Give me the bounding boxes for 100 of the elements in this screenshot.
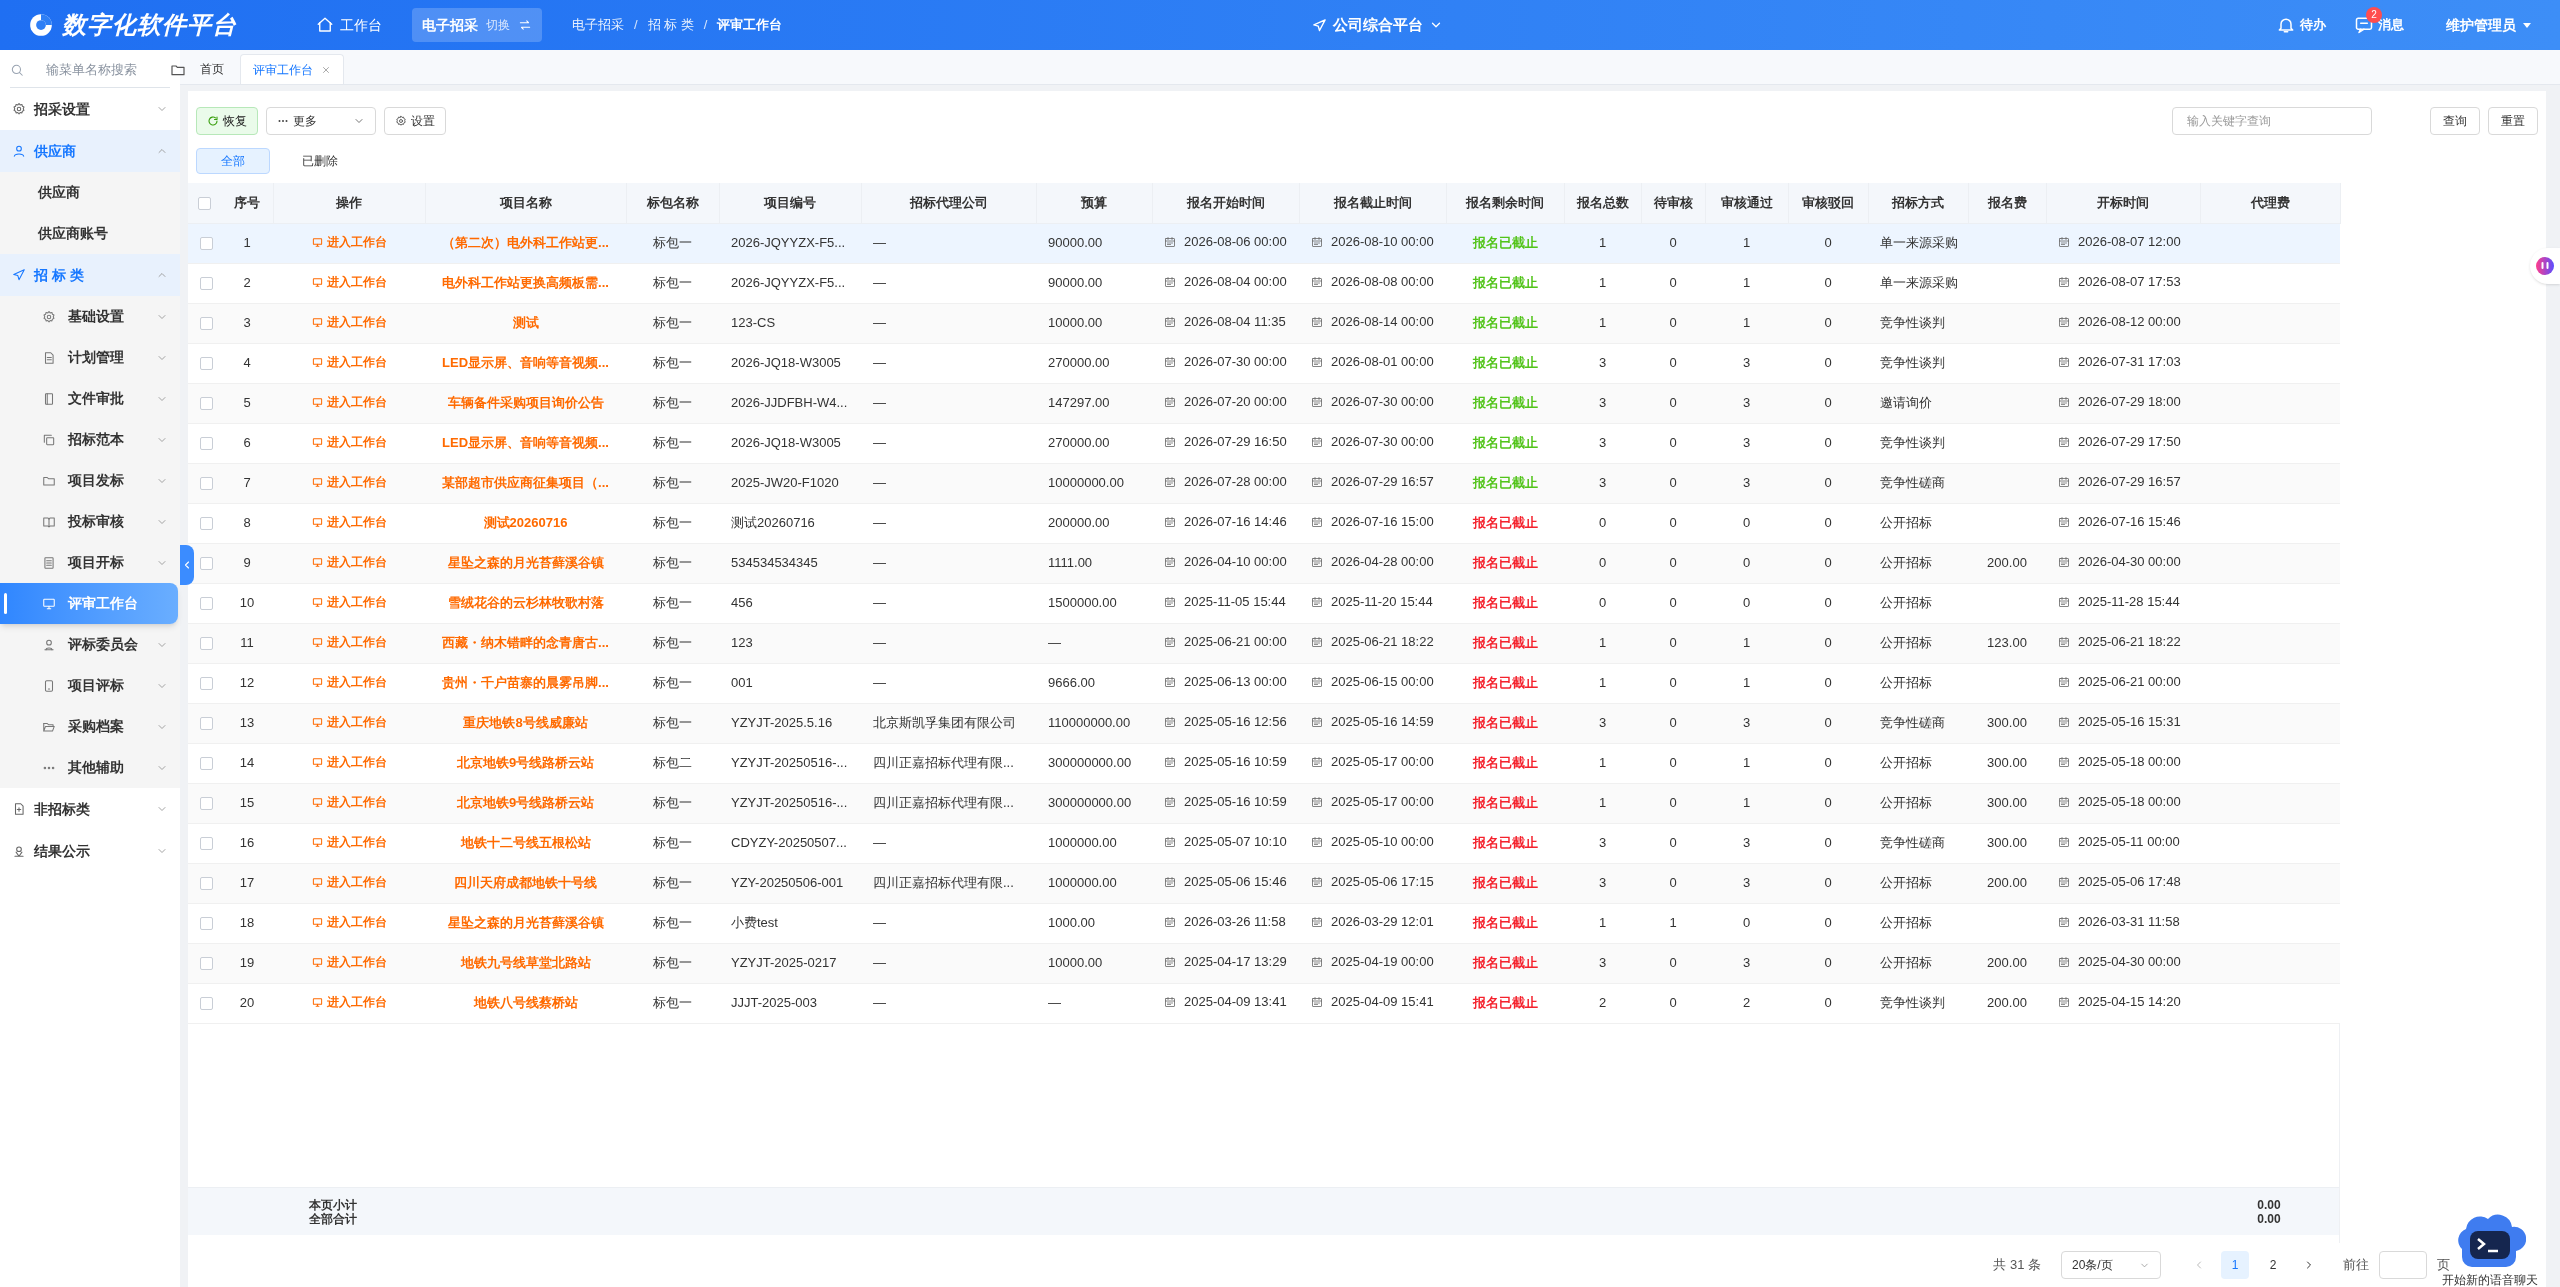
table-row[interactable]: 10 进入工作台 雪绒花谷的云杉林牧歌村落 标包一 456 — 1500000.00 2025-11-05 15:44 2025-11-20 15:44 报名已截止 0 0 0 0 公开招标 2025-11-28 15:44 [188, 583, 2340, 623]
row-checkbox[interactable] [200, 437, 213, 451]
column-header[interactable]: 标包名称 [646, 195, 699, 210]
column-header[interactable]: 项目名称 [499, 195, 552, 210]
column-header[interactable]: 预算 [1081, 195, 1107, 210]
sidebar-item[interactable]: 计划管理 [0, 337, 180, 378]
sidebar-group[interactable]: 招 标 类 [0, 254, 180, 296]
row-checkbox[interactable] [200, 877, 213, 891]
sidebar-group[interactable]: 供应商 [0, 130, 180, 172]
column-header[interactable]: 开标时间 [2097, 195, 2149, 210]
table-cell: 1 [1742, 795, 1751, 811]
table-row[interactable]: 16 进入工作台 地铁十二号线五根松站 标包一 CDYZY-20250507... — 1000000.00 2025-05-07 10:10 2025-05-10 00:00 报名已截止 3 0 3 0 竞争性磋商 300.00 2025-05-11 00:00 [188, 823, 2340, 863]
column-header[interactable]: 项目编号 [764, 195, 816, 210]
sidebar-group[interactable]: 招采设置 [0, 88, 180, 130]
row-checkbox[interactable] [200, 397, 213, 411]
sidebar-item[interactable]: 文件审批 [0, 378, 180, 419]
column-header[interactable]: 审核驳回 [1802, 195, 1854, 210]
table-row[interactable]: 3 进入工作台 测试 标包一 123-CS — 10000.00 2026-08-04 11:35 2026-08-14 00:00 报名已截止 1 0 1 0 竞争性谈判 2026-08-12 00:00 [188, 303, 2340, 343]
column-header[interactable]: 报名开始时间 [1186, 195, 1265, 210]
select-all-checkbox[interactable] [198, 197, 211, 211]
page-button[interactable]: 2 [2259, 1251, 2287, 1279]
row-checkbox[interactable] [200, 637, 213, 651]
breadcrumb-item[interactable]: 招 标 类 [647, 15, 694, 35]
table-row[interactable]: 9 进入工作台 星坠之森的月光苔藓溪谷镇 标包一 534534534345 — 1111.00 2026-04-10 00:00 2026-04-28 00:00 报名已截止 0 0 0 0 公开招标 200.00 2026-04-30 00:00 [188, 543, 2340, 583]
row-checkbox[interactable] [200, 237, 213, 251]
workbench-link[interactable]: 工作台 [316, 14, 382, 36]
row-checkbox[interactable] [200, 557, 213, 571]
column-header[interactable]: 审核通过 [1720, 195, 1773, 210]
row-checkbox[interactable] [200, 277, 213, 291]
filter-tab[interactable]: 全部 [196, 148, 270, 174]
platform-selector[interactable]: 公司综合平台 [1312, 13, 1444, 37]
row-checkbox[interactable] [200, 597, 213, 611]
table-cell: 123.00 [1987, 635, 2027, 651]
column-header[interactable]: 操作 [336, 195, 362, 210]
restore-button[interactable]: 恢复 [196, 107, 258, 135]
page-size-select[interactable]: 20条/页 [2061, 1251, 2161, 1279]
more-button[interactable]: 更多 [266, 107, 376, 135]
row-checkbox[interactable] [200, 677, 213, 691]
row-checkbox[interactable] [200, 517, 213, 531]
sidebar-item[interactable]: 供应商 [0, 172, 180, 213]
sidebar-group[interactable]: 非招标类 [0, 788, 180, 830]
table-row[interactable]: 7 进入工作台 某部超市供应商征集项目（... 标包一 2025-JW20-F1020 — 10000000.00 2026-07-28 00:00 2026-07-29 16:57 报名已截止 3 0 3 0 竞争性磋商 2026-07-29 16:57 [188, 463, 2340, 503]
column-header[interactable]: 待审核 [1653, 195, 1693, 210]
column-header[interactable]: 招标代理公司 [909, 195, 988, 210]
row-checkbox[interactable] [200, 357, 213, 371]
sidebar-item[interactable]: 项目开标 [0, 542, 180, 583]
column-header[interactable]: 报名截止时间 [1333, 195, 1412, 210]
settings-button[interactable]: 设置 [384, 107, 446, 135]
table-row[interactable]: 8 进入工作台 测试20260716 标包一 测试20260716 — 200000.00 2026-07-16 14:46 2026-07-16 15:00 报名已截止 0 0 0 0 公开招标 2026-07-16 15:46 [188, 503, 2340, 543]
column-header[interactable]: 招标方式 [1892, 195, 1944, 210]
row-checkbox[interactable] [200, 997, 213, 1011]
query-button[interactable]: 查询 [2430, 107, 2480, 135]
row-checkbox[interactable] [200, 797, 213, 811]
sidebar-item[interactable]: 供应商账号 [0, 213, 180, 254]
sidebar-item[interactable]: 采购档案 [0, 706, 180, 747]
row-checkbox[interactable] [200, 317, 213, 331]
goto-page-field[interactable] [2379, 1251, 2427, 1279]
table-row[interactable]: 13 进入工作台 重庆地铁8号线威廉站 标包一 YZYJT-2025.5.16 北京斯凯孚集团有限公司 110000000.00 2025-05-16 12:56 2025-05-16 14:59 报名已截止 3 0 3 0 竞争性磋商 300.00 2025-05-16 15:31 [188, 703, 2340, 743]
table-row[interactable]: 5 进入工作台 车辆备件采购项目询价公告 标包一 2026-JJDFBH-W4... — 147297.00 2026-07-20 00:00 2026-07-30 00:00 报名已截止 3 0 3 0 邀请询价 2026-07-29 18:00 [188, 383, 2340, 423]
table-row[interactable]: 6 进入工作台 LED显示屏、音响等音视频... 标包一 2026-JQ18-W3005 — 270000.00 2026-07-29 16:50 2026-07-30 00:00 报名已截止 3 0 3 0 竞争性谈判 2026-07-29 17:50 [188, 423, 2340, 463]
table-row[interactable]: 15 进入工作台 北京地铁9号线路桥云站 标包一 YZYJT-20250516-... 四川正嘉招标代理有限... 300000000.00 2025-05-16 10:59 2025-05-17 00:00 报名已截止 1 0 1 0 公开招标 300.00 2025-05-18 00:00 [188, 783, 2340, 823]
sidebar-item[interactable]: 投标审核 [0, 501, 180, 542]
row-checkbox[interactable] [200, 917, 213, 931]
table-row[interactable]: 12 进入工作台 贵州・千户苗寨的晨雾吊脚... 标包一 001 — 9666.00 2025-06-13 00:00 2025-06-15 00:00 报名已截止 1 0 1 0 公开招标 2025-06-21 00:00 [188, 663, 2340, 703]
reset-button[interactable]: 重置 [2488, 107, 2538, 135]
breadcrumb-item[interactable]: 电子招采 [572, 15, 624, 35]
filter-tab[interactable]: 已删除 [278, 148, 362, 174]
page-button[interactable]: 1 [2221, 1251, 2249, 1279]
sidebar-item[interactable]: 评标委员会 [0, 624, 180, 665]
sidebar-item[interactable]: 项目评标 [0, 665, 180, 706]
column-header[interactable]: 报名费 [1987, 195, 2027, 210]
sidebar-item[interactable]: 招标范本 [0, 419, 180, 460]
sidebar-group[interactable]: 结果公示 [0, 830, 180, 872]
table-row[interactable]: 11 进入工作台 西藏・纳木错畔的念青唐古... 标包一 123 — — 2025-06-21 00:00 2025-06-21 18:22 报名已截止 1 0 1 0 公开招标 123.00 2025-06-21 18:22 [188, 623, 2340, 663]
menu-search-field[interactable]: 输菜单名称搜索 [46, 59, 166, 80]
collapse-sidebar-handle[interactable] [180, 545, 194, 585]
table-row[interactable]: 19 进入工作台 地铁九号线草堂北路站 标包一 YZYJT-2025-0217 — 10000.00 2025-04-17 13:29 2025-04-19 00:00 报名已截止 3 0 3 0 公开招标 200.00 2025-04-30 00:00 [188, 943, 2340, 983]
table-row[interactable]: 18 进入工作台 星坠之森的月光苔藓溪谷镇 标包一 小费test — 1000.00 2026-03-26 11:58 2026-03-29 12:01 报名已截止 1 1 0 0 公开招标 2026-03-31 11:58 [188, 903, 2340, 943]
sidebar-item[interactable]: 其他辅助 [0, 747, 180, 788]
row-checkbox[interactable] [200, 717, 213, 731]
table-cell: 5 [243, 395, 251, 411]
table-row[interactable]: 2 进入工作台 电外科工作站更换高频板需... 标包一 2026-JQYYZX-F5... — 90000.00 2026-08-04 00:00 2026-08-08 00:00 报名已截止 1 0 1 0 单一来源采购 2026-08-07 17:53 [188, 263, 2340, 303]
row-checkbox[interactable] [200, 477, 213, 491]
table-row[interactable]: 4 进入工作台 LED显示屏、音响等音视频... 标包一 2026-JQ18-W3005 — 270000.00 2026-07-30 00:00 2026-08-01 00:00 报名已截止 3 0 3 0 竞争性谈判 2026-07-31 17:03 [188, 343, 2340, 383]
column-header[interactable]: 序号 [233, 195, 260, 210]
table-row[interactable]: 14 进入工作台 北京地铁9号线路桥云站 标包二 YZYJT-20250516-... 四川正嘉招标代理有限... 300000000.00 2025-05-16 10:59 2025-05-17 00:00 报名已截止 1 0 1 0 公开招标 300.00 2025-05-18 00:00 [188, 743, 2340, 783]
column-header[interactable]: 报名总数 [1576, 195, 1629, 210]
row-checkbox[interactable] [200, 957, 213, 971]
sidebar-item[interactable]: 项目发标 [0, 460, 180, 501]
row-checkbox[interactable] [200, 837, 213, 851]
row-checkbox[interactable] [200, 757, 213, 771]
keyword-search-field[interactable]: 输入关键字查询 [2172, 107, 2372, 135]
column-header[interactable]: 报名剩余时间 [1466, 195, 1544, 210]
column-header[interactable]: 代理费 [2250, 195, 2290, 210]
page-tab[interactable]: 评审工作台 [240, 54, 344, 84]
table-row[interactable]: 1 进入工作台 （第二次）电外科工作站更... 标包一 2026-JQYYZX-F5... — 90000.00 2026-08-06 00:00 2026-08-10 00:00 报名已截止 1 0 1 0 单一来源采购 2026-08-07 12:00 [188, 223, 2340, 263]
sidebar-item[interactable]: 基础设置 [0, 296, 180, 337]
page-tab[interactable]: 首页 [188, 54, 236, 84]
table-row[interactable]: 20 进入工作台 地铁八号线蔡桥站 标包一 JJJT-2025-003 — — 2025-04-09 13:41 2025-04-09 15:41 报名已截止 2 0 2 0 竞争性谈判 200.00 2025-04-15 14:20 [188, 983, 2340, 1023]
table-row[interactable]: 17 进入工作台 四川天府成都地铁十号线 标包一 YZY-20250506-001 四川正嘉招标代理有限... 1000000.00 2025-05-06 15:46 2025-05-06 17:15 报名已截止 3 0 3 0 公开招标 200.00 2025-05-06 17:48 [188, 863, 2340, 903]
